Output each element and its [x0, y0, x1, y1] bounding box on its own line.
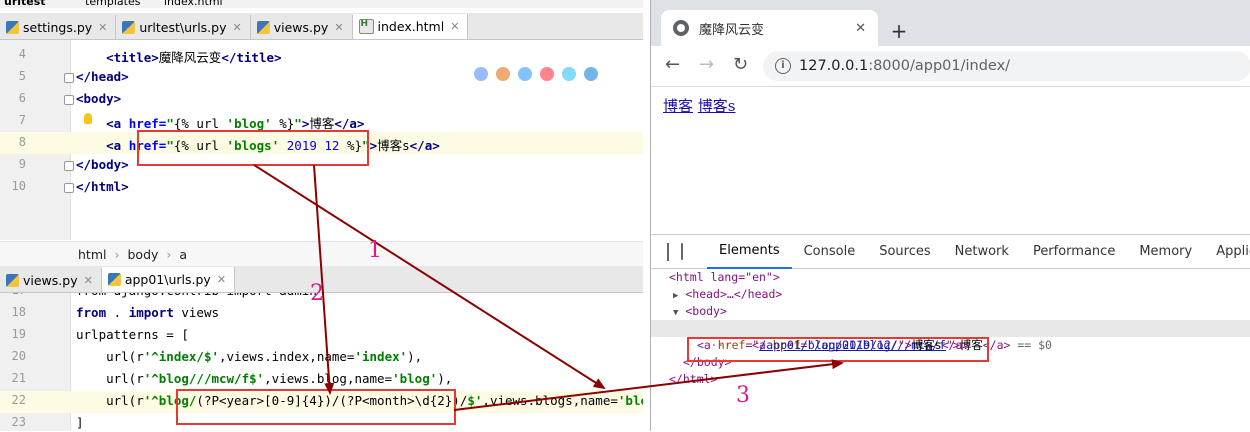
annotation-number-1: 1	[368, 238, 382, 263]
arrow-3	[453, 359, 844, 411]
arrow-1	[253, 164, 606, 390]
annotation-overlay	[253, 164, 844, 411]
arrow-2	[313, 164, 335, 395]
annotation-number-2: 2	[310, 281, 324, 306]
annotation-number-3: 3	[736, 383, 750, 408]
